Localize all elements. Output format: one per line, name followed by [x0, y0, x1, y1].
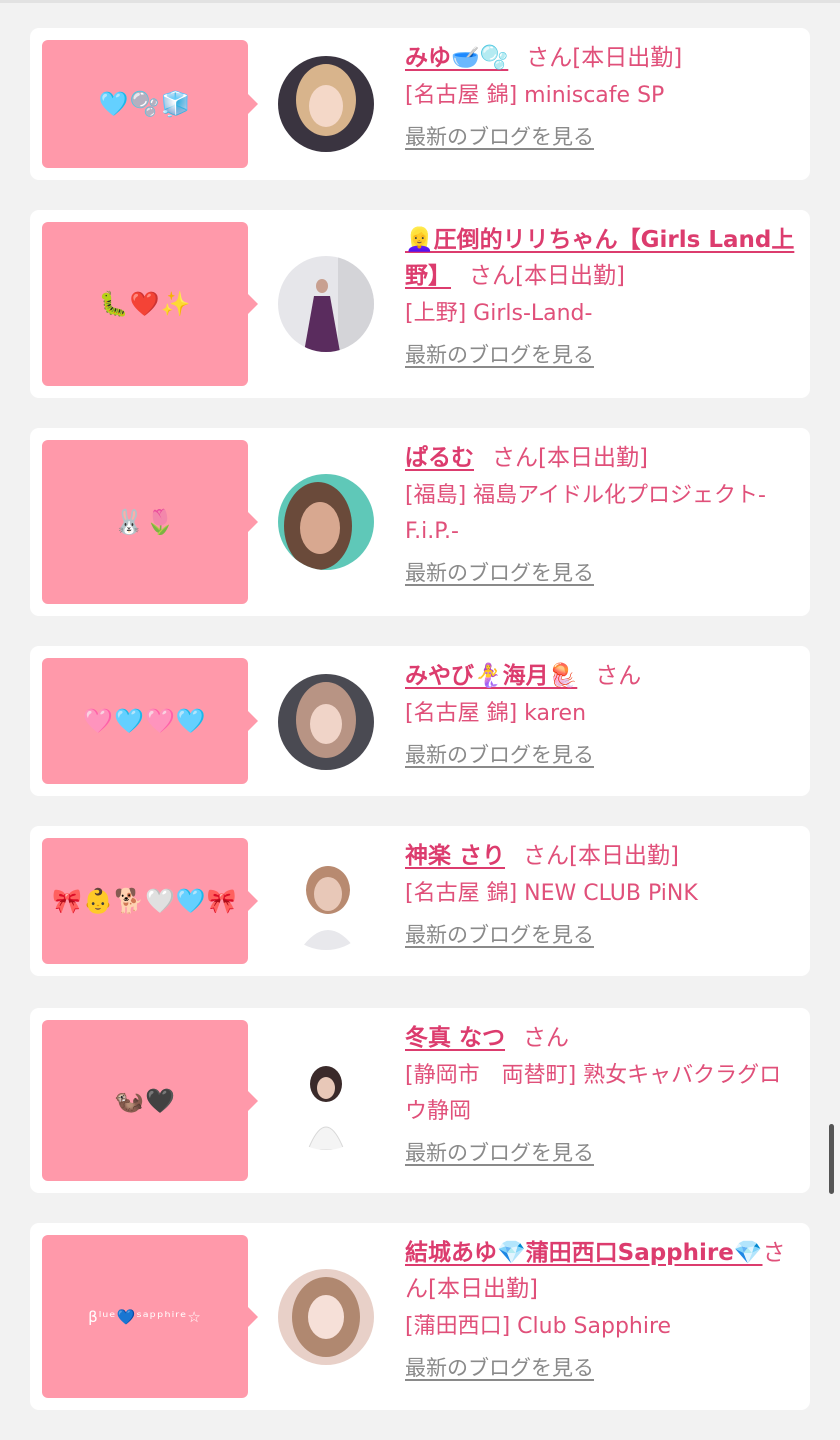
- avatar[interactable]: [278, 1054, 374, 1150]
- cast-name-link[interactable]: みやび🧜‍♀️海月🪼: [405, 663, 577, 689]
- cast-card: 🩵🫧🧊 みゆ🥣🫧 さん[本日出勤] [名古屋 錦] miniscafe SP 最新…: [30, 28, 810, 180]
- message-bubble: 🎀👶🐕🤍🩵🎀: [42, 838, 258, 964]
- cast-name-link[interactable]: みゆ🥣🫧: [405, 45, 508, 71]
- avatar-photo: [278, 474, 374, 570]
- avatar-photo: [278, 1054, 374, 1150]
- cast-name-link[interactable]: 冬真 なつ: [405, 1025, 505, 1051]
- honorific: さん: [595, 663, 642, 689]
- latest-blog-link[interactable]: 最新のブログを見る: [405, 556, 594, 590]
- avatar[interactable]: [278, 56, 374, 152]
- avatar[interactable]: [278, 1269, 374, 1365]
- cast-name-link[interactable]: 結城あゆ💎蒲田西口Sapphire💎: [405, 1240, 763, 1266]
- status-label: [本日出勤]: [569, 843, 679, 869]
- avatar[interactable]: [278, 854, 374, 950]
- honorific: さん: [526, 45, 573, 71]
- shop-label: [名古屋 錦] karen: [405, 701, 587, 726]
- avatar-photo: [278, 1269, 374, 1365]
- avatar-photo: [278, 256, 374, 352]
- avatar-photo: [278, 674, 374, 770]
- message-bubble: 🐰🌷: [42, 440, 258, 604]
- shop-label: [福島] 福島アイドル化プロジェクト-F.i.P.-: [405, 483, 766, 544]
- honorific: さん: [492, 445, 538, 471]
- latest-blog-link[interactable]: 最新のブログを見る: [405, 338, 594, 372]
- message-bubble: 🩵🫧🧊: [42, 40, 258, 168]
- cast-card: 🦦🖤 冬真 なつ さん [静岡市 両替町] 熟女キャバクラグロウ静岡 最新のブログ…: [30, 1008, 810, 1193]
- avatar-photo: [278, 56, 374, 152]
- cast-card: βˡᵘᵉ💙ˢᵃᵖᵖʰⁱʳᵉ☆ 結城あゆ💎蒲田西口Sapphire💎さん[本日出勤…: [30, 1223, 810, 1410]
- latest-blog-link[interactable]: 最新のブログを見る: [405, 738, 594, 772]
- avatar[interactable]: [278, 674, 374, 770]
- shop-label: [名古屋 錦] miniscafe SP: [405, 83, 665, 108]
- cast-card: 🩷🩵🩷🩵 みやび🧜‍♀️海月🪼 さん [名古屋 錦] karen 最新のブログを見…: [30, 646, 810, 796]
- message-bubble: 🩷🩵🩷🩵: [42, 658, 258, 784]
- honorific: さん: [469, 263, 515, 289]
- shop-label: [名古屋 錦] NEW CLUB PiNK: [405, 881, 698, 906]
- avatar[interactable]: [278, 256, 374, 352]
- cast-card: 🐛❤️✨ 👱‍♀️圧倒的リリちゃん【Girls Land上野】 さん[本日出勤] …: [30, 210, 810, 398]
- status-label: [本日出勤]: [538, 445, 648, 471]
- message-bubble: 🐛❤️✨: [42, 222, 258, 386]
- avatar[interactable]: [278, 474, 374, 570]
- scrollbar-thumb[interactable]: [829, 1124, 834, 1194]
- cast-card: 🎀👶🐕🤍🩵🎀 神楽 さり さん[本日出勤] [名古屋 錦] NEW CLUB Pi…: [30, 826, 810, 976]
- shop-label: [静岡市 両替町] 熟女キャバクラグロウ静岡: [405, 1063, 782, 1124]
- shop-label: [上野] Girls-Land-: [405, 301, 593, 326]
- cast-card: 🐰🌷 ぱるむ さん[本日出勤] [福島] 福島アイドル化プロジェクト-F.i.P.…: [30, 428, 810, 616]
- cast-name-link[interactable]: ぱるむ: [405, 445, 474, 471]
- honorific: さん: [523, 843, 570, 869]
- message-bubble: 🦦🖤: [42, 1020, 258, 1181]
- status-label: [本日出勤]: [572, 45, 683, 71]
- latest-blog-link[interactable]: 最新のブログを見る: [405, 918, 594, 952]
- honorific: さん: [523, 1025, 570, 1051]
- message-bubble: βˡᵘᵉ💙ˢᵃᵖᵖʰⁱʳᵉ☆: [42, 1235, 258, 1398]
- top-divider: [0, 0, 840, 3]
- latest-blog-link[interactable]: 最新のブログを見る: [405, 120, 594, 154]
- status-label: [本日出勤]: [428, 1276, 538, 1302]
- shop-label: [蒲田西口] Club Sapphire: [405, 1314, 672, 1339]
- status-label: [本日出勤]: [515, 263, 625, 289]
- latest-blog-link[interactable]: 最新のブログを見る: [405, 1351, 594, 1385]
- latest-blog-link[interactable]: 最新のブログを見る: [405, 1136, 594, 1170]
- cast-name-link[interactable]: 神楽 さり: [405, 843, 505, 869]
- avatar-photo: [278, 854, 374, 950]
